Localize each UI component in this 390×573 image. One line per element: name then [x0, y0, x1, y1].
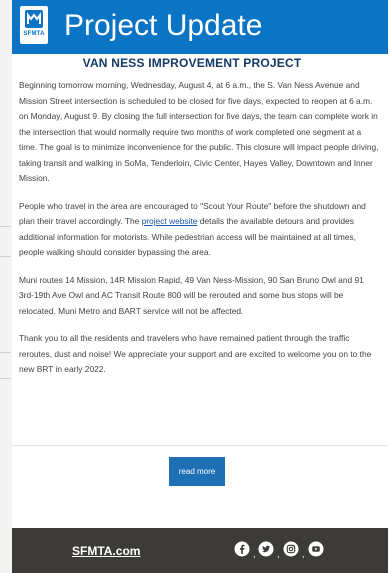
- newsletter-card: SFMTA Project Update VAN NESS IMPROVEMEN…: [12, 0, 388, 573]
- background-divider: [0, 256, 11, 257]
- muni-worm-icon: [25, 10, 43, 28]
- project-subtitle: VAN NESS IMPROVEMENT PROJECT: [82, 56, 302, 70]
- sfmta-logo: SFMTA: [20, 6, 48, 44]
- page-title: Project Update: [64, 9, 263, 42]
- separator: ,: [302, 549, 305, 559]
- footer: SFMTA.com , , ,: [12, 528, 388, 573]
- paragraph-scout-route: People who travel in the area are encour…: [19, 199, 380, 261]
- sfmta-website-link[interactable]: SFMTA.com: [72, 544, 140, 558]
- background-divider: [0, 378, 11, 379]
- background-divider: [0, 226, 11, 227]
- paragraph-closure: Beginning tomorrow morning, Wednesday, A…: [19, 80, 379, 183]
- facebook-icon[interactable]: [234, 541, 250, 557]
- separator: ,: [253, 549, 256, 559]
- background-divider: [0, 352, 11, 353]
- newsletter-header: SFMTA Project Update: [12, 0, 388, 54]
- project-website-link[interactable]: project website: [142, 216, 198, 226]
- email-viewer: SFMTA Project Update VAN NESS IMPROVEMEN…: [0, 0, 390, 573]
- paragraph-thank-you: Thank you to all the residents and trave…: [19, 333, 372, 374]
- twitter-icon[interactable]: [258, 541, 274, 557]
- paragraph-muni-routes: Muni routes 14 Mission, 14R Mission Rapi…: [19, 274, 364, 316]
- newsletter-body: Beginning tomorrow morning, Wednesday, A…: [19, 78, 380, 390]
- divider: [12, 445, 388, 446]
- youtube-icon[interactable]: [308, 541, 324, 557]
- instagram-icon[interactable]: [283, 541, 299, 557]
- logo-text: SFMTA: [23, 31, 45, 37]
- separator: ,: [277, 549, 280, 559]
- read-more-button[interactable]: read more: [169, 457, 225, 486]
